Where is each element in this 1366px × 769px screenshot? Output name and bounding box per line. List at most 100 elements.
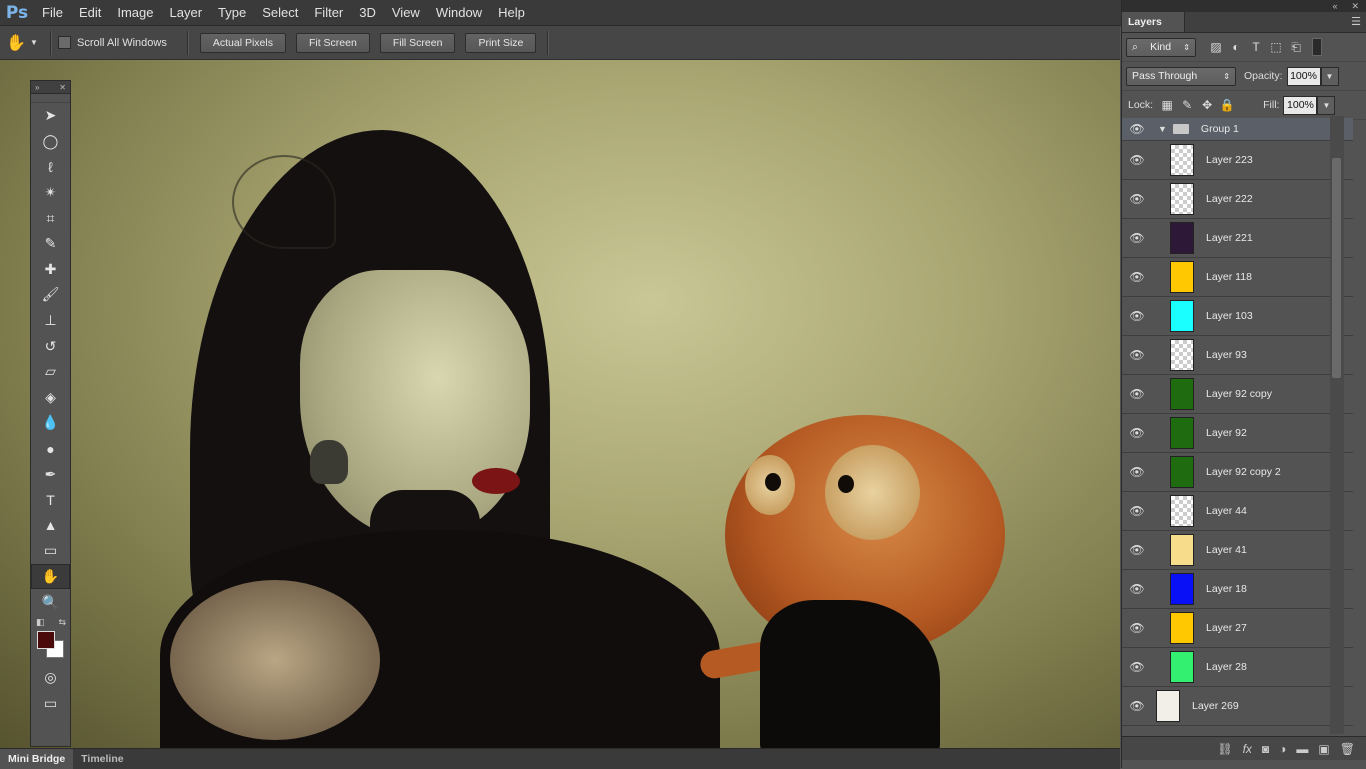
- layer-row[interactable]: 👁 Layer 93: [1122, 336, 1353, 375]
- link-layers-icon[interactable]: ⛓: [1217, 742, 1232, 756]
- opacity-input[interactable]: 100%: [1286, 66, 1321, 86]
- tools-panel-header[interactable]: » ✕: [31, 81, 70, 94]
- layer-row[interactable]: 👁 Layer 221: [1122, 219, 1353, 258]
- visibility-eye-icon[interactable]: 👁: [1122, 465, 1152, 479]
- visibility-eye-icon[interactable]: 👁: [1122, 387, 1152, 401]
- fit-screen-button[interactable]: Fit Screen: [295, 32, 370, 53]
- add-mask-icon[interactable]: ◙: [1262, 742, 1269, 756]
- layer-row[interactable]: 👁 Layer 222: [1122, 180, 1353, 219]
- shape-filter-icon[interactable]: ⬚: [1266, 40, 1286, 54]
- menu-edit[interactable]: Edit: [71, 0, 109, 25]
- smart-object-filter-icon[interactable]: ⎗: [1286, 40, 1306, 55]
- tool-preset-picker[interactable]: ✋ ▼: [0, 33, 44, 53]
- lock-all-icon[interactable]: 🔒: [1217, 98, 1237, 112]
- layer-row[interactable]: 👁 Layer 92: [1122, 414, 1353, 453]
- layer-row[interactable]: 👁 Layer 92 copy 2: [1122, 453, 1353, 492]
- zoom-icon[interactable]: 🔍: [31, 589, 70, 615]
- visibility-eye-icon[interactable]: 👁: [1122, 309, 1152, 323]
- tab-mini-bridge[interactable]: Mini Bridge: [0, 749, 74, 769]
- eyedropper-icon[interactable]: ✎: [31, 231, 70, 257]
- layer-row[interactable]: 👁 Layer 27: [1122, 609, 1353, 648]
- new-group-icon[interactable]: ▬: [1296, 742, 1308, 756]
- layer-row[interactable]: 👁 Layer 118: [1122, 258, 1353, 297]
- visibility-eye-icon[interactable]: 👁: [1122, 270, 1152, 284]
- visibility-eye-icon[interactable]: 👁: [1122, 621, 1152, 635]
- menu-select[interactable]: Select: [254, 0, 306, 25]
- scroll-all-windows-checkbox[interactable]: [58, 36, 71, 49]
- fill-screen-button[interactable]: Fill Screen: [379, 32, 456, 53]
- fill-dropdown[interactable]: ▼: [1317, 95, 1336, 115]
- type-filter-icon[interactable]: T: [1246, 40, 1266, 54]
- menu-type[interactable]: Type: [210, 0, 254, 25]
- visibility-eye-icon[interactable]: 👁: [1122, 660, 1152, 674]
- rectangle-icon[interactable]: ▭: [31, 538, 70, 564]
- pixel-filter-icon[interactable]: ▨: [1206, 40, 1226, 54]
- visibility-eye-icon[interactable]: 👁: [1122, 153, 1152, 167]
- visibility-eye-icon[interactable]: 👁: [1122, 426, 1152, 440]
- blend-mode-select[interactable]: Pass Through ⇕: [1126, 66, 1236, 86]
- menu-help[interactable]: Help: [490, 0, 533, 25]
- lock-transparent-icon[interactable]: ▦: [1157, 98, 1177, 112]
- menu-file[interactable]: File: [34, 0, 71, 25]
- visibility-eye-icon[interactable]: 👁: [1122, 582, 1152, 596]
- trash-icon[interactable]: 🗑: [1340, 742, 1355, 756]
- opacity-dropdown[interactable]: ▼: [1320, 66, 1339, 86]
- elliptical-marquee-icon[interactable]: ◯: [31, 129, 70, 155]
- visibility-eye-icon[interactable]: 👁: [1122, 348, 1152, 362]
- scrollbar-thumb[interactable]: [1332, 158, 1341, 378]
- tools-grip[interactable]: [31, 94, 70, 103]
- print-size-button[interactable]: Print Size: [465, 32, 537, 53]
- magic-wand-icon[interactable]: ✴: [31, 180, 70, 206]
- foreground-color-swatch[interactable]: [37, 630, 55, 649]
- layer-style-icon[interactable]: fx: [1243, 742, 1252, 756]
- screen-mode-icon[interactable]: ▭: [31, 690, 70, 716]
- close-icon[interactable]: ✕: [1351, 1, 1359, 12]
- brush-icon[interactable]: 🖌: [31, 282, 70, 308]
- visibility-eye-icon[interactable]: 👁: [1122, 543, 1152, 557]
- layer-row[interactable]: 👁 Layer 92 copy: [1122, 375, 1353, 414]
- layers-scrollbar[interactable]: [1330, 116, 1344, 734]
- new-layer-icon[interactable]: ▣: [1318, 742, 1329, 756]
- layer-row[interactable]: 👁 Layer 44: [1122, 492, 1353, 531]
- adjustment-filter-icon[interactable]: ◐: [1226, 40, 1246, 54]
- close-icon[interactable]: ✕: [59, 83, 66, 92]
- filter-toggle[interactable]: [1312, 38, 1322, 56]
- healing-brush-icon[interactable]: ✚: [31, 257, 70, 283]
- menu-image[interactable]: Image: [109, 0, 161, 25]
- layer-row[interactable]: 👁 Layer 223: [1122, 141, 1353, 180]
- visibility-eye-icon[interactable]: 👁: [1122, 192, 1152, 206]
- actual-pixels-button[interactable]: Actual Pixels: [199, 32, 286, 53]
- clone-stamp-icon[interactable]: ⊥: [31, 308, 70, 334]
- type-tool-icon[interactable]: T: [31, 487, 70, 513]
- hand-tool-icon[interactable]: ✋: [31, 563, 70, 590]
- lasso-icon[interactable]: ℓ: [31, 154, 70, 180]
- layer-row[interactable]: 👁 Layer 28: [1122, 648, 1353, 687]
- default-colors-icon[interactable]: ◧: [36, 617, 45, 628]
- swap-colors-icon[interactable]: ⇆: [58, 617, 66, 628]
- layer-row[interactable]: 👁 Layer 41: [1122, 531, 1353, 570]
- paint-bucket-icon[interactable]: ◈: [31, 385, 70, 411]
- path-selection-icon[interactable]: ▲: [31, 513, 70, 539]
- menu-filter[interactable]: Filter: [306, 0, 351, 25]
- tab-layers[interactable]: Layers: [1122, 12, 1185, 32]
- collapse-icon[interactable]: «: [1332, 1, 1337, 11]
- crop-icon[interactable]: ⌗: [31, 205, 70, 231]
- visibility-eye-icon[interactable]: 👁: [1122, 699, 1152, 713]
- tab-timeline[interactable]: Timeline: [73, 749, 131, 769]
- layer-row[interactable]: 👁 Layer 103: [1122, 297, 1353, 336]
- menu-window[interactable]: Window: [428, 0, 490, 25]
- menu-3d[interactable]: 3D: [351, 0, 384, 25]
- pen-icon[interactable]: ✒: [31, 461, 70, 487]
- eraser-icon[interactable]: ▱: [31, 359, 70, 385]
- expand-icon[interactable]: »: [35, 83, 39, 92]
- dodge-icon[interactable]: ●: [31, 436, 70, 462]
- fill-input[interactable]: 100%: [1283, 95, 1318, 115]
- lock-image-icon[interactable]: ✎: [1177, 98, 1197, 112]
- menu-layer[interactable]: Layer: [162, 0, 211, 25]
- blur-icon[interactable]: 💧: [31, 410, 70, 436]
- layer-row[interactable]: 👁 Layer 18: [1122, 570, 1353, 609]
- document-canvas[interactable]: [0, 60, 1120, 748]
- adjustment-layer-icon[interactable]: ◑: [1279, 742, 1286, 756]
- history-brush-icon[interactable]: ↺: [31, 333, 70, 359]
- layer-row[interactable]: 👁 Layer 269: [1122, 687, 1353, 726]
